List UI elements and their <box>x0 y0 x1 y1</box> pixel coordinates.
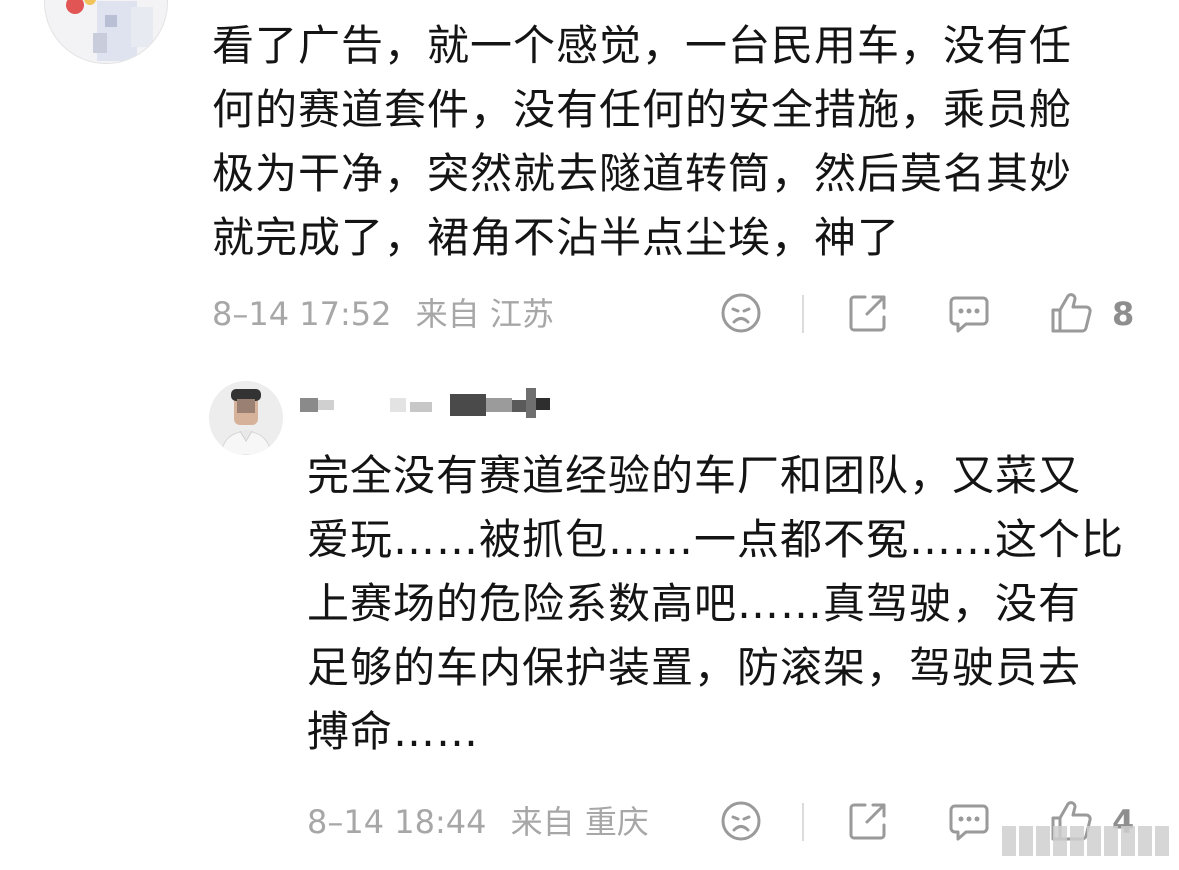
dislike-button[interactable] <box>718 290 764 336</box>
share-button[interactable] <box>845 798 891 844</box>
share-icon <box>849 295 886 332</box>
comment-thread: 看了广告，就一个感觉，一台民用车，没有任 何的赛道套件，没有任何的安全措施，乘员… <box>0 0 1179 870</box>
sad-face-icon <box>721 293 761 333</box>
thumbs-up-icon <box>1051 293 1092 333</box>
reply-text: 完全没有赛道经验的车厂和团队，又菜又 爱玩……被抓包……一点都不冤……这个比 上… <box>307 451 1125 756</box>
dislike-button[interactable] <box>718 798 764 844</box>
avatar-image <box>45 0 167 63</box>
comment-bubble-icon <box>949 296 989 333</box>
reply-meta: 8–14 18:44 来自 重庆 <box>307 802 649 842</box>
comment-text: 看了广告，就一个感觉，一台民用车，没有任 何的赛道套件，没有任何的安全措施，乘员… <box>212 21 1073 262</box>
comment-meta: 8–14 17:52 来自 江苏 <box>212 294 554 334</box>
sad-face-icon <box>721 801 761 841</box>
comment-location: 来自 江苏 <box>415 295 554 333</box>
avatar[interactable] <box>44 0 168 64</box>
action-divider <box>802 295 804 333</box>
username-pixelated <box>300 388 560 424</box>
share-button[interactable] <box>845 290 891 336</box>
reply-date: 8–14 18:44 <box>307 803 487 841</box>
like-count: 8 <box>1112 295 1135 333</box>
action-divider <box>802 803 804 841</box>
avatar[interactable] <box>209 381 283 455</box>
avatar-image <box>209 381 283 455</box>
comment-button[interactable] <box>946 290 992 336</box>
comment-bubble-icon <box>949 804 989 841</box>
watermark <box>1002 826 1169 856</box>
like-button[interactable] <box>1048 290 1094 336</box>
reply-location: 来自 重庆 <box>510 803 649 841</box>
comment-date: 8–14 17:52 <box>212 295 392 333</box>
share-icon <box>849 803 886 840</box>
comment-button[interactable] <box>946 798 992 844</box>
